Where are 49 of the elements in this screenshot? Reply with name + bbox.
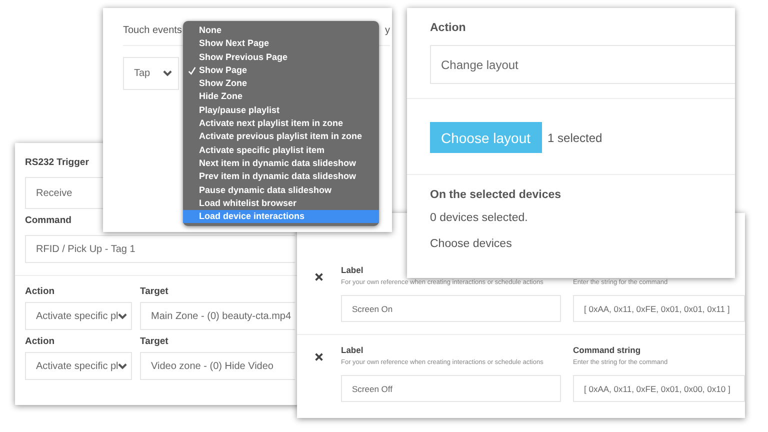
choose-devices-link[interactable]: Choose devices [430, 238, 735, 250]
menu-item[interactable]: Activate previous playlist item in zone [183, 130, 379, 144]
target-field[interactable]: Main Zone - (0) beauty-cta.mp4 [140, 302, 295, 330]
menu-item[interactable]: Show Zone [183, 77, 379, 90]
chevron-icon [163, 70, 172, 77]
menu-item[interactable]: Activate next playlist item in zone [183, 117, 379, 130]
command-string-label: Command string [573, 345, 642, 355]
action-select[interactable]: Activate specific pl [25, 302, 132, 330]
action-field[interactable]: Change layout [430, 45, 735, 84]
command-string-field[interactable]: [ 0xAA, 0x11, 0xFE, 0x01, 0x01, 0x11 ] [573, 295, 745, 322]
target-label: Target [140, 286, 168, 297]
menu-item[interactable]: Activate specific playlist item [183, 144, 379, 157]
touch-events-label-end: y [385, 25, 390, 36]
target-field[interactable]: Video zone - (0) Hide Video [140, 352, 295, 380]
menu-item[interactable]: Show Next Page [183, 37, 379, 51]
label-field[interactable]: Screen On [341, 295, 561, 322]
menu-item[interactable]: Play/pause playlist [183, 104, 379, 118]
menu-item[interactable]: Load whitelist browser [183, 196, 379, 210]
menu-item[interactable]: Show Page [183, 64, 379, 78]
label-title: Label [341, 345, 364, 355]
chevron-icon [118, 362, 128, 370]
devices-count: 0 devices selected. [430, 212, 529, 224]
menu-item[interactable]: Prev item in dynamic data slideshow [183, 170, 379, 184]
action-label: Action [25, 286, 55, 297]
action-select[interactable]: Activate specific pl [25, 352, 132, 380]
command-field[interactable]: RFID / Pick Up - Tag 1 [25, 235, 295, 263]
checkmark-icon [188, 66, 196, 75]
menu-item[interactable]: Show Previous Page [183, 50, 379, 64]
action-label: Action [25, 336, 55, 347]
menu-item[interactable]: Pause dynamic data slideshow [183, 184, 379, 197]
chevron-icon [118, 312, 128, 320]
target-label: Target [140, 336, 168, 347]
command-string-field[interactable]: [ 0xAA, 0x11, 0xFE, 0x01, 0x00, 0x10 ] [573, 375, 745, 402]
menu-item[interactable]: Next item in dynamic data slideshow [183, 156, 379, 170]
menu-item[interactable]: Hide Zone [183, 90, 379, 104]
event-select[interactable]: Tap [123, 57, 179, 90]
remove-icon[interactable] [315, 273, 323, 281]
label-title: Label [341, 265, 364, 275]
selected-count: 1 selected [548, 130, 602, 144]
devices-heading: On the selected devices [430, 189, 562, 201]
command-label: Command [25, 215, 72, 226]
touch-events-label: Touch events [123, 25, 182, 36]
mode-field[interactable]: Receive [25, 177, 103, 209]
menu-item[interactable]: None [183, 24, 379, 38]
menu-item[interactable]: Load device interactions [183, 210, 379, 224]
trigger-title: RS232 Trigger [25, 157, 89, 168]
label-field[interactable]: Screen Off [341, 375, 561, 402]
action-label: Action [430, 22, 467, 34]
remove-icon[interactable] [315, 353, 323, 361]
